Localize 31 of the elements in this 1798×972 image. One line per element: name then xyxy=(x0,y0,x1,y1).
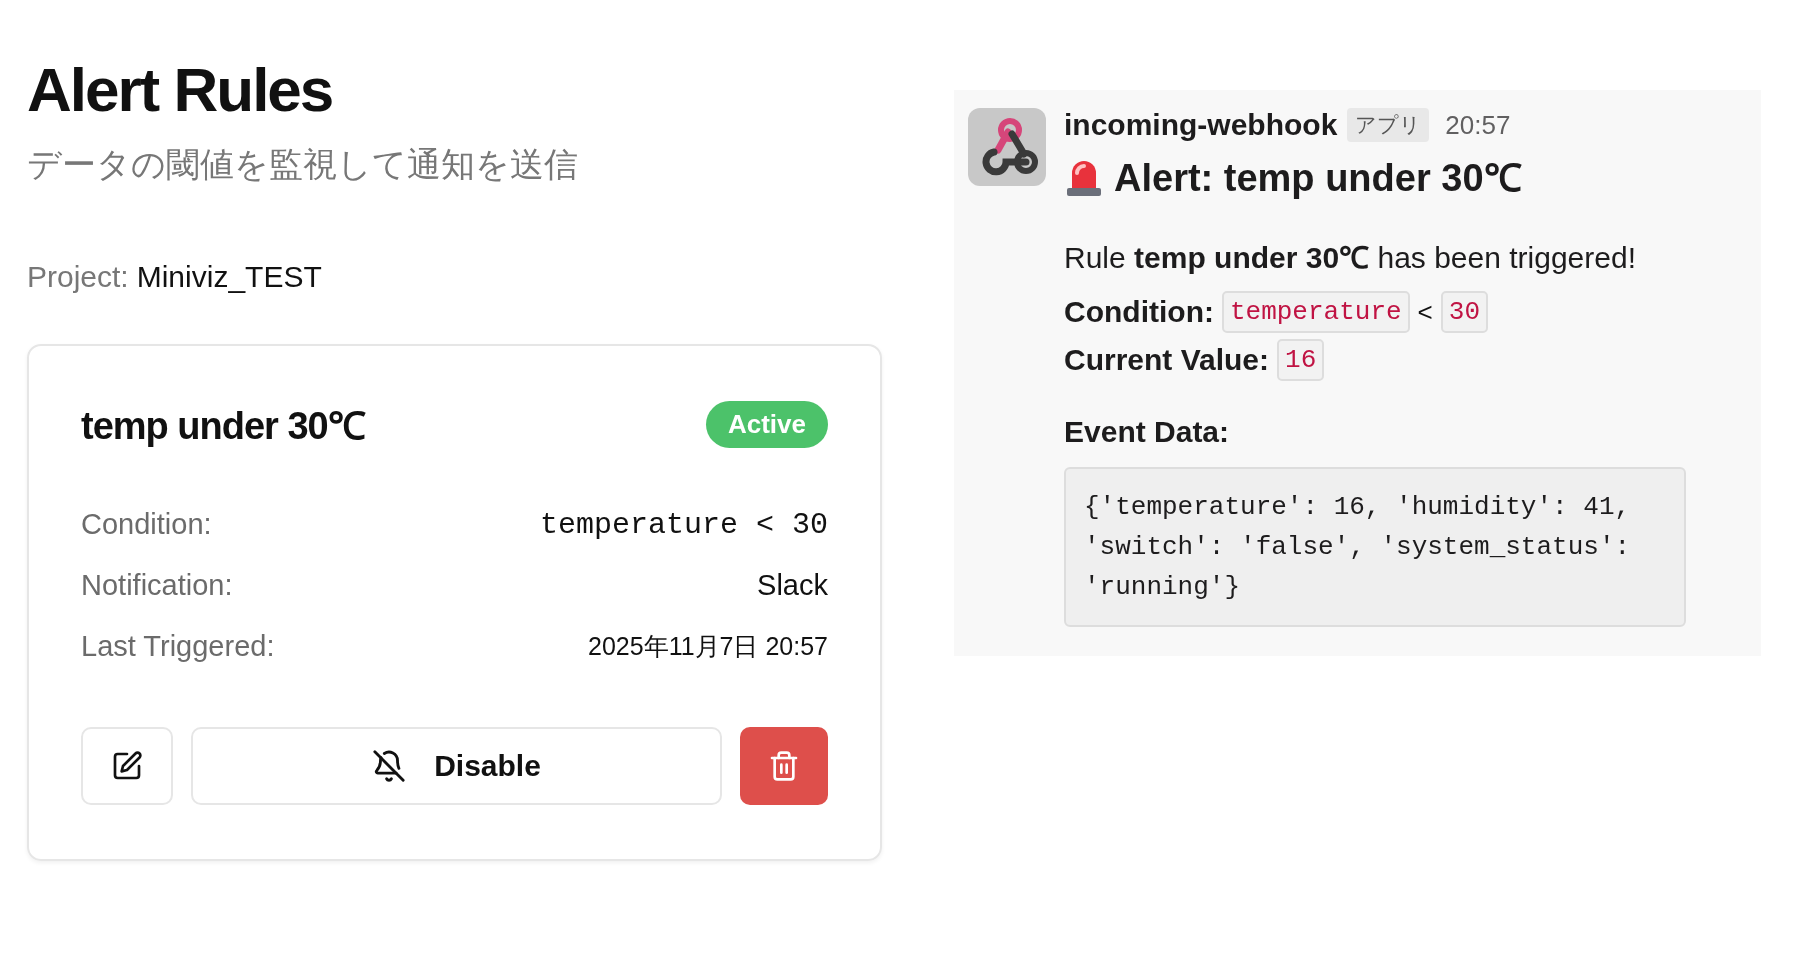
detail-value: Slack xyxy=(757,569,828,603)
webhook-avatar-icon xyxy=(968,108,1046,186)
delete-button[interactable] xyxy=(740,727,828,806)
inline-code: 30 xyxy=(1440,291,1488,333)
detail-label: Last Triggered: xyxy=(81,630,275,664)
disable-button[interactable]: Disable xyxy=(191,727,722,806)
sender-name[interactable]: incoming-webhook xyxy=(1064,108,1338,142)
operator-text: < xyxy=(1417,296,1433,328)
detail-value: temperature < 30 xyxy=(539,507,828,542)
project-label: Project: xyxy=(27,260,129,295)
project-name: Miniviz_TEST xyxy=(136,260,322,295)
inline-code: temperature xyxy=(1221,291,1410,333)
status-badge: Active xyxy=(705,400,828,448)
detail-label: Notification: xyxy=(81,569,233,603)
condition-label: Condition: xyxy=(1064,295,1214,329)
code-block: {'temperature': 16, 'humidity': 41, 'switch': 'false', 'system_status': 'running'} xyxy=(1064,467,1686,627)
detail-value: 2025年11月7日 20:57 xyxy=(588,631,828,663)
detail-label: Condition: xyxy=(81,508,212,542)
message-text: Rule temp under 30℃ has been triggered! xyxy=(1064,240,1637,276)
trash-icon xyxy=(768,750,800,783)
event-data-label: Event Data: xyxy=(1064,415,1231,449)
page-title: Alert Rules xyxy=(27,56,334,125)
current-value-label: Current Value: xyxy=(1064,343,1270,377)
inline-code: 16 xyxy=(1277,339,1325,381)
page-subtitle: データの閾値を監視して通知を送信 xyxy=(27,143,579,187)
message-time[interactable]: 20:57 xyxy=(1445,109,1511,141)
edit-button[interactable] xyxy=(81,727,173,806)
app-badge: アプリ xyxy=(1347,108,1430,142)
bell-off-icon xyxy=(372,749,407,784)
alert-heading: Alert: temp under 30℃ xyxy=(1114,156,1522,201)
rule-name: temp under 30℃ xyxy=(81,404,365,450)
